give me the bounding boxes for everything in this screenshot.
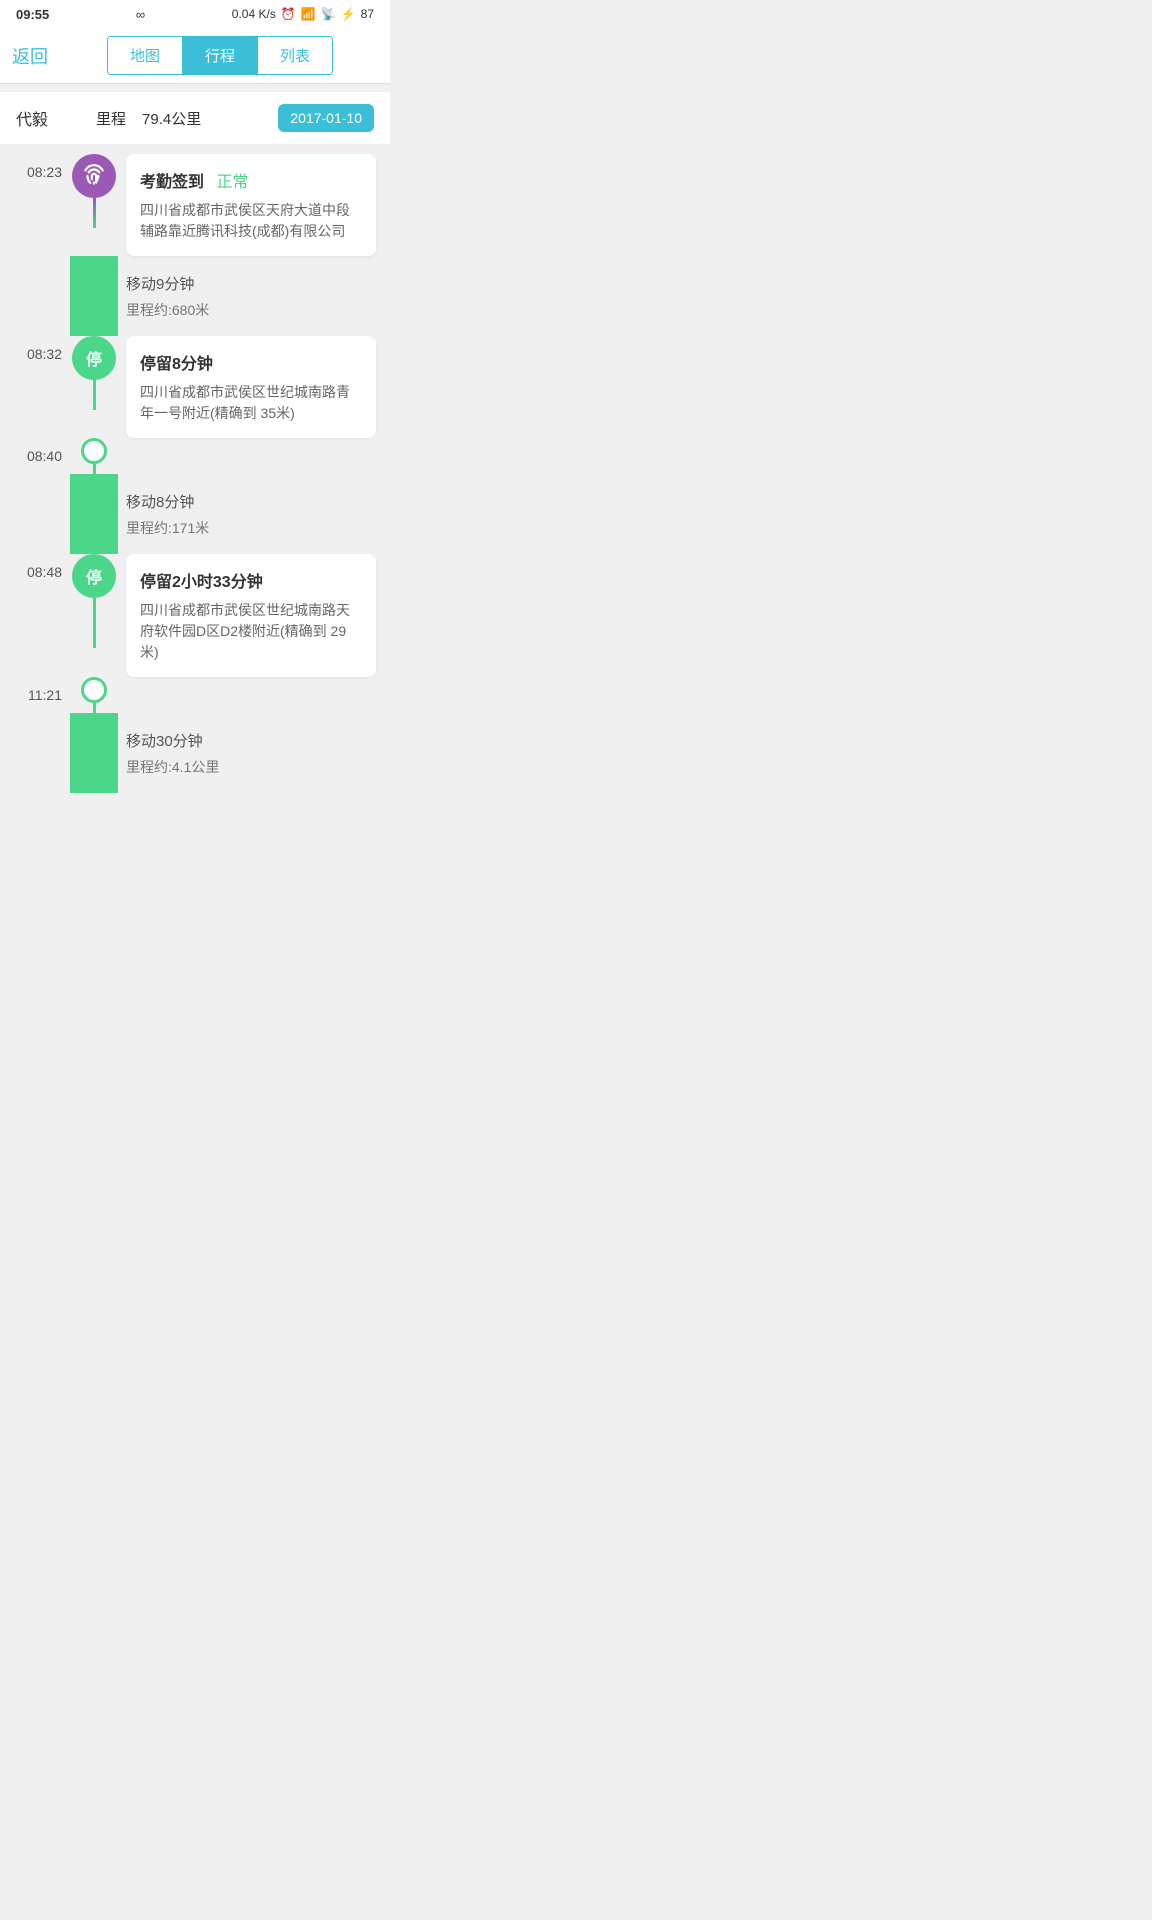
status-clock-icon: ⏰	[281, 7, 296, 21]
line-after-end-stop-2	[93, 703, 96, 713]
checkin-address: 四川省成都市武侯区天府大道中段辅路靠近腾讯科技(成都)有限公司	[140, 200, 362, 242]
seg-time-empty-1	[0, 256, 70, 336]
checkin-card: 考勤签到 正常 四川省成都市武侯区天府大道中段辅路靠近腾讯科技(成都)有限公司	[126, 154, 376, 256]
move-3-distance: 里程约:4.1公里	[126, 757, 376, 777]
checkin-node	[72, 154, 116, 198]
seg-line-col-1	[70, 256, 118, 336]
back-button[interactable]: 返回	[12, 43, 62, 69]
stop-2-address: 四川省成都市武侯区世纪城南路天府软件园D区D2楼附近(精确到 29米)	[140, 600, 362, 663]
event-time-11-21: 11:21	[0, 677, 70, 703]
line-after-stop-1	[93, 380, 96, 410]
tab-group: 地图 行程 列表	[107, 36, 333, 75]
status-bar: 09:55 ∞ 0.04 K/s ⏰ 📶 📡 ⚡ 87	[0, 0, 390, 28]
stop-1-address: 四川省成都市武侯区世纪城南路青年一号附近(精确到 35米)	[140, 382, 362, 424]
seg-time-empty-2	[0, 474, 70, 554]
status-network-icon: ∞	[136, 7, 145, 22]
checkin-status: 正常	[216, 174, 248, 191]
status-battery: 87	[361, 7, 374, 21]
stop-node-1: 停	[72, 336, 116, 380]
node-col-end-stop-2	[70, 677, 118, 713]
move-segment-3: 移动30分钟 里程约:4.1公里	[0, 713, 390, 793]
summary-name: 代毅	[16, 106, 48, 130]
top-nav: 返回 地图 行程 列表	[0, 28, 390, 84]
status-charging-icon: ⚡	[341, 7, 356, 21]
timeline-event-checkin: 08:23 考勤签到 正常 四川省成都市武侯区天府大道中段辅路靠近腾讯科技(成都…	[0, 154, 390, 256]
event-time-08-23: 08:23	[0, 154, 70, 180]
tab-trip[interactable]: 行程	[183, 37, 258, 74]
stop-1-card: 停留8分钟 四川省成都市武侯区世纪城南路青年一号附近(精确到 35米)	[126, 336, 376, 438]
stop-2-card: 停留2小时33分钟 四川省成都市武侯区世纪城南路天府软件园D区D2楼附近(精确到…	[126, 554, 376, 677]
timeline-end-stop-2: 11:21	[0, 677, 390, 713]
move-2-distance: 里程约:171米	[126, 518, 376, 538]
move-1-distance: 里程约:680米	[126, 300, 376, 320]
move-3-content: 移动30分钟 里程约:4.1公里	[126, 713, 376, 793]
small-node-2	[81, 677, 107, 703]
checkin-title: 考勤签到 正常	[140, 168, 362, 192]
move-1-content: 移动9分钟 里程约:680米	[126, 256, 376, 336]
summary-date: 2017-01-10	[278, 104, 374, 132]
summary-distance-label: 里程	[96, 108, 126, 129]
summary-bar: 代毅 里程 79.4公里 2017-01-10	[0, 92, 390, 144]
move-1-duration: 移动9分钟	[126, 273, 376, 294]
tab-map[interactable]: 地图	[108, 37, 183, 74]
event-time-08-40: 08:40	[0, 438, 70, 464]
stop-node-2: 停	[72, 554, 116, 598]
node-col-end-stop-1	[70, 438, 118, 474]
seg-line-col-2	[70, 474, 118, 554]
node-col-stop-2: 停	[70, 554, 118, 648]
line-after-checkin	[93, 198, 96, 228]
status-time: 09:55	[16, 7, 49, 22]
status-right: 0.04 K/s ⏰ 📶 📡 ⚡ 87	[232, 7, 374, 21]
move-2-content: 移动8分钟 里程约:171米	[126, 474, 376, 554]
timeline-end-stop-1: 08:40	[0, 438, 390, 474]
status-signal-icon: 📡	[321, 7, 336, 21]
move-3-duration: 移动30分钟	[126, 730, 376, 751]
node-col-checkin	[70, 154, 118, 228]
stop-1-content: 停留8分钟 四川省成都市武侯区世纪城南路青年一号附近(精确到 35米)	[126, 336, 376, 438]
timeline: 08:23 考勤签到 正常 四川省成都市武侯区天府大道中段辅路靠近腾讯科技(成都…	[0, 144, 390, 813]
node-col-stop-1: 停	[70, 336, 118, 410]
tab-list[interactable]: 列表	[258, 37, 332, 74]
status-wifi-icon: 📶	[301, 7, 316, 21]
move-segment-2: 移动8分钟 里程约:171米	[0, 474, 390, 554]
summary-distance-value: 79.4公里	[142, 108, 201, 129]
timeline-event-stop-2: 08:48 停 停留2小时33分钟 四川省成都市武侯区世纪城南路天府软件园D区D…	[0, 554, 390, 677]
timeline-event-stop-1: 08:32 停 停留8分钟 四川省成都市武侯区世纪城南路青年一号附近(精确到 3…	[0, 336, 390, 438]
seg-line-3	[70, 713, 118, 793]
seg-line-1	[70, 256, 118, 336]
status-speed: 0.04 K/s	[232, 7, 276, 21]
seg-time-empty-3	[0, 713, 70, 793]
event-time-08-32: 08:32	[0, 336, 70, 362]
stop-2-title: 停留2小时33分钟	[140, 568, 362, 592]
seg-line-2	[70, 474, 118, 554]
stop-2-content: 停留2小时33分钟 四川省成都市武侯区世纪城南路天府软件园D区D2楼附近(精确到…	[126, 554, 376, 677]
seg-line-col-3	[70, 713, 118, 793]
fingerprint-icon	[81, 163, 107, 189]
event-time-08-48: 08:48	[0, 554, 70, 580]
stop-1-title: 停留8分钟	[140, 350, 362, 374]
small-node-1	[81, 438, 107, 464]
line-after-stop-2	[93, 598, 96, 648]
move-segment-1: 移动9分钟 里程约:680米	[0, 256, 390, 336]
line-after-end-stop-1	[93, 464, 96, 474]
move-2-duration: 移动8分钟	[126, 491, 376, 512]
checkin-content: 考勤签到 正常 四川省成都市武侯区天府大道中段辅路靠近腾讯科技(成都)有限公司	[126, 154, 376, 256]
